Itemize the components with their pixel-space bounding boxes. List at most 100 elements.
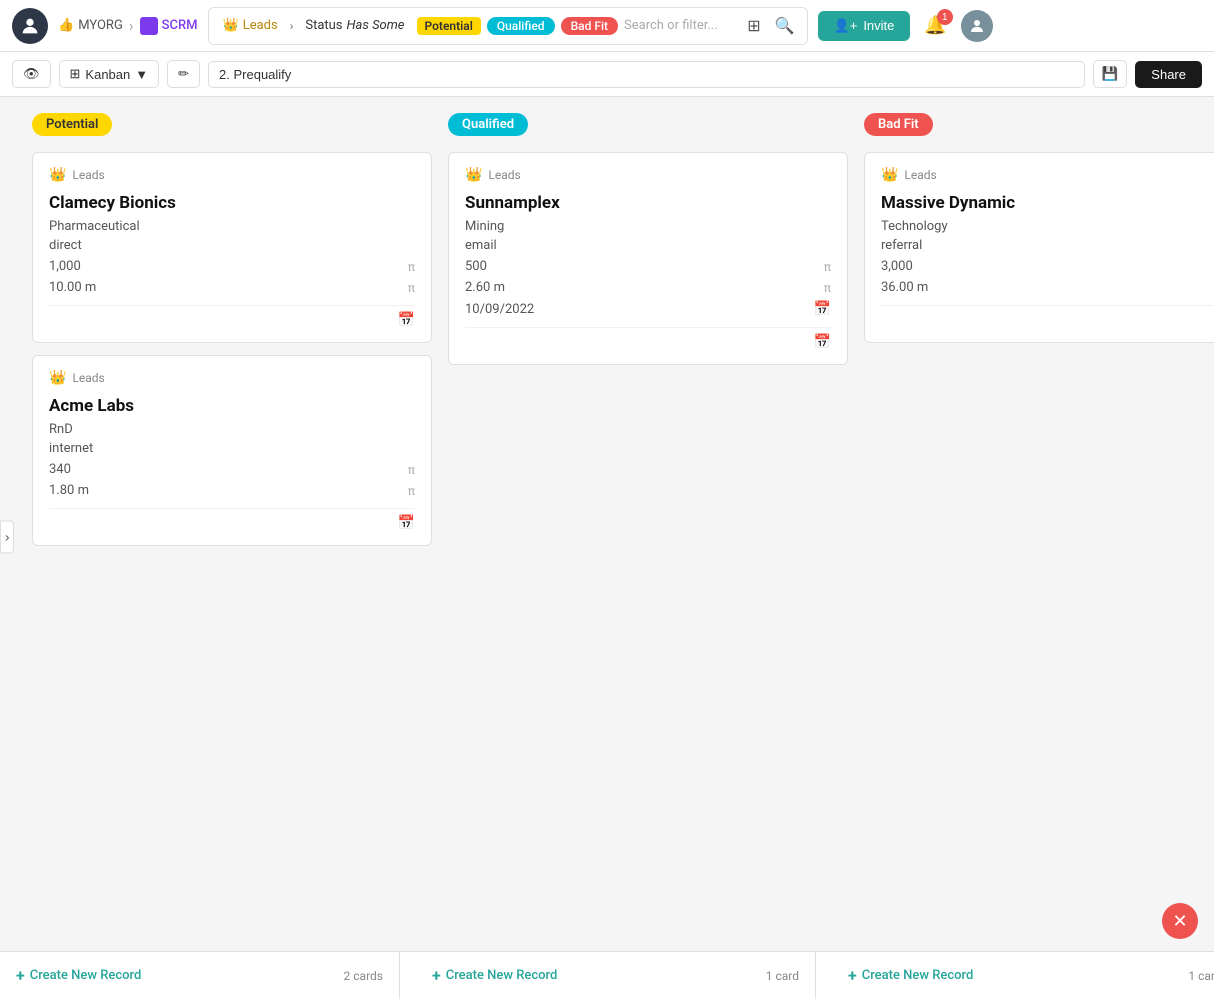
crown-icon: 👑 — [49, 370, 66, 386]
column-bad-fit: Bad Fit 👑 Leads Massive Dynamic Technolo… — [864, 113, 1214, 976]
create-new-record-bad-fit[interactable]: + Create New Record — [848, 966, 973, 985]
card-source-row: 👑 Leads — [881, 167, 1214, 183]
card-title: Acme Labs — [49, 396, 415, 416]
kanban-card[interactable]: 👑 Leads Massive Dynamic Technology refer… — [864, 152, 1214, 343]
column-label-qualified: Qualified — [448, 113, 528, 136]
footer-col-potential: + Create New Record 2 cards — [0, 952, 400, 999]
help-button[interactable]: ✕ — [1162, 903, 1198, 939]
plus-icon: + — [16, 966, 25, 985]
card-calendar-icon[interactable]: 📅 — [814, 334, 831, 350]
card-employees: 500 — [465, 259, 487, 274]
search-area[interactable]: Search or filter... — [624, 18, 737, 33]
card-employees-row: 3,000 π — [881, 259, 1214, 274]
footer-col-qualified: + Create New Record 1 card — [416, 952, 816, 999]
save-icon-button[interactable]: 💾 — [1093, 60, 1128, 88]
card-source: Leads — [904, 168, 936, 182]
filter-bar[interactable]: 👑 Leads › Status Has Some Potential Qual… — [208, 7, 808, 45]
tag-potential[interactable]: Potential — [417, 17, 481, 35]
card-industry: Mining — [465, 219, 831, 234]
card-source: Leads — [72, 371, 104, 385]
create-new-label: Create New Record — [862, 968, 974, 983]
card-footer: 📅 — [465, 327, 831, 350]
toolbar: 👁 ⊞ Kanban ▼ ✏ 💾 Share — [0, 52, 1214, 97]
card-source-row: 👑 Leads — [49, 167, 415, 183]
thumb-icon: 👍 — [58, 18, 74, 33]
card-source: Leads — [72, 168, 104, 182]
scrm-breadcrumb[interactable]: SCRM — [140, 17, 198, 35]
org-label: MYORG — [78, 18, 123, 33]
kanban-board: Potential 👑 Leads Clamecy Bionics Pharma… — [16, 97, 1214, 976]
pi-icon-revenue: π — [408, 484, 415, 498]
crown-icon: 👑 — [49, 167, 66, 183]
search-placeholder: Search or filter... — [624, 18, 718, 33]
card-revenue-row: 1.80 m π — [49, 483, 415, 498]
pi-icon-employees: π — [408, 260, 415, 274]
kanban-card[interactable]: 👑 Leads Sunnamplex Mining email 500 π 2.… — [448, 152, 848, 365]
card-employees-row: 1,000 π — [49, 259, 415, 274]
side-toggle-button[interactable]: › — [0, 520, 14, 553]
share-button[interactable]: Share — [1135, 61, 1202, 88]
navbar: 👍 MYORG › SCRM 👑 Leads › Status Has Some… — [0, 0, 1214, 52]
eye-icon: 👁 — [23, 66, 40, 82]
column-potential: Potential 👑 Leads Clamecy Bionics Pharma… — [32, 113, 432, 976]
tag-bad-fit[interactable]: Bad Fit — [561, 17, 618, 35]
column-header-qualified: Qualified — [448, 113, 848, 152]
card-revenue: 36.00 m — [881, 280, 928, 295]
calendar-icon: 📅 — [814, 301, 831, 317]
card-revenue-row: 2.60 m π — [465, 280, 831, 295]
card-calendar-icon[interactable]: 📅 — [398, 515, 415, 531]
card-revenue-row: 10.00 m π — [49, 280, 415, 295]
has-some-label: Has Some — [347, 18, 405, 33]
filter-leads-icon: 👑 — [223, 18, 239, 33]
grid-icon-btn[interactable]: ⊞ — [743, 12, 764, 40]
card-count-bad-fit: 1 car — [1188, 969, 1214, 983]
filter-status-tag[interactable]: Status Has Some — [299, 16, 410, 35]
card-footer: 📅 — [49, 305, 415, 328]
board-wrapper: › Potential 👑 Leads Clamecy Bionics Phar… — [0, 97, 1214, 976]
pipeline-input[interactable] — [208, 61, 1085, 88]
plus-icon: + — [848, 966, 857, 985]
card-count-potential: 2 cards — [344, 969, 383, 983]
scrm-label: SCRM — [162, 18, 198, 33]
create-new-label: Create New Record — [446, 968, 558, 983]
card-channel: email — [465, 238, 831, 253]
invite-button[interactable]: 👤+ Invite — [818, 11, 911, 41]
card-industry: Technology — [881, 219, 1214, 234]
card-employees-row: 340 π — [49, 462, 415, 477]
kanban-card[interactable]: 👑 Leads Clamecy Bionics Pharmaceutical d… — [32, 152, 432, 343]
card-revenue: 10.00 m — [49, 280, 96, 295]
card-employees: 1,000 — [49, 259, 81, 274]
card-revenue: 1.80 m — [49, 483, 89, 498]
create-new-record-qualified[interactable]: + Create New Record — [432, 966, 557, 985]
card-footer: 📅 — [881, 305, 1214, 328]
card-date-row: 10/09/2022 📅 — [465, 301, 831, 317]
card-employees-row: 500 π — [465, 259, 831, 274]
search-icon-btn[interactable]: 🔍 — [771, 12, 799, 40]
kanban-icon: ⊞ — [70, 66, 81, 82]
create-new-record-potential[interactable]: + Create New Record — [16, 966, 141, 985]
notification-button[interactable]: 🔔 1 — [920, 11, 950, 40]
card-calendar-icon[interactable]: 📅 — [398, 312, 415, 328]
tag-qualified[interactable]: Qualified — [487, 17, 555, 35]
filter-leads-label: Leads — [243, 18, 278, 33]
card-employees: 3,000 — [881, 259, 913, 274]
kanban-button[interactable]: ⊞ Kanban ▼ — [59, 60, 160, 88]
edit-icon-button[interactable]: ✏ — [167, 60, 200, 88]
pencil-icon: ✏ — [178, 66, 189, 82]
scrm-icon — [140, 17, 158, 35]
user-avatar[interactable] — [961, 10, 993, 42]
card-title: Sunnamplex — [465, 193, 831, 213]
column-label-bad-fit: Bad Fit — [864, 113, 933, 136]
kanban-dropdown-icon: ▼ — [135, 67, 148, 82]
card-industry: Pharmaceutical — [49, 219, 415, 234]
kanban-card[interactable]: 👑 Leads Acme Labs RnD internet 340 π 1.8… — [32, 355, 432, 546]
notification-badge: 1 — [937, 9, 953, 25]
card-industry: RnD — [49, 422, 415, 437]
org-breadcrumb[interactable]: 👍 MYORG — [58, 18, 123, 33]
view-toggle-button[interactable]: 👁 — [12, 60, 51, 88]
breadcrumb: 👍 MYORG › SCRM — [58, 16, 198, 35]
card-source-row: 👑 Leads — [465, 167, 831, 183]
create-new-label: Create New Record — [30, 968, 142, 983]
filter-leads-tag[interactable]: 👑 Leads — [217, 16, 284, 35]
kanban-label: Kanban — [85, 67, 130, 82]
